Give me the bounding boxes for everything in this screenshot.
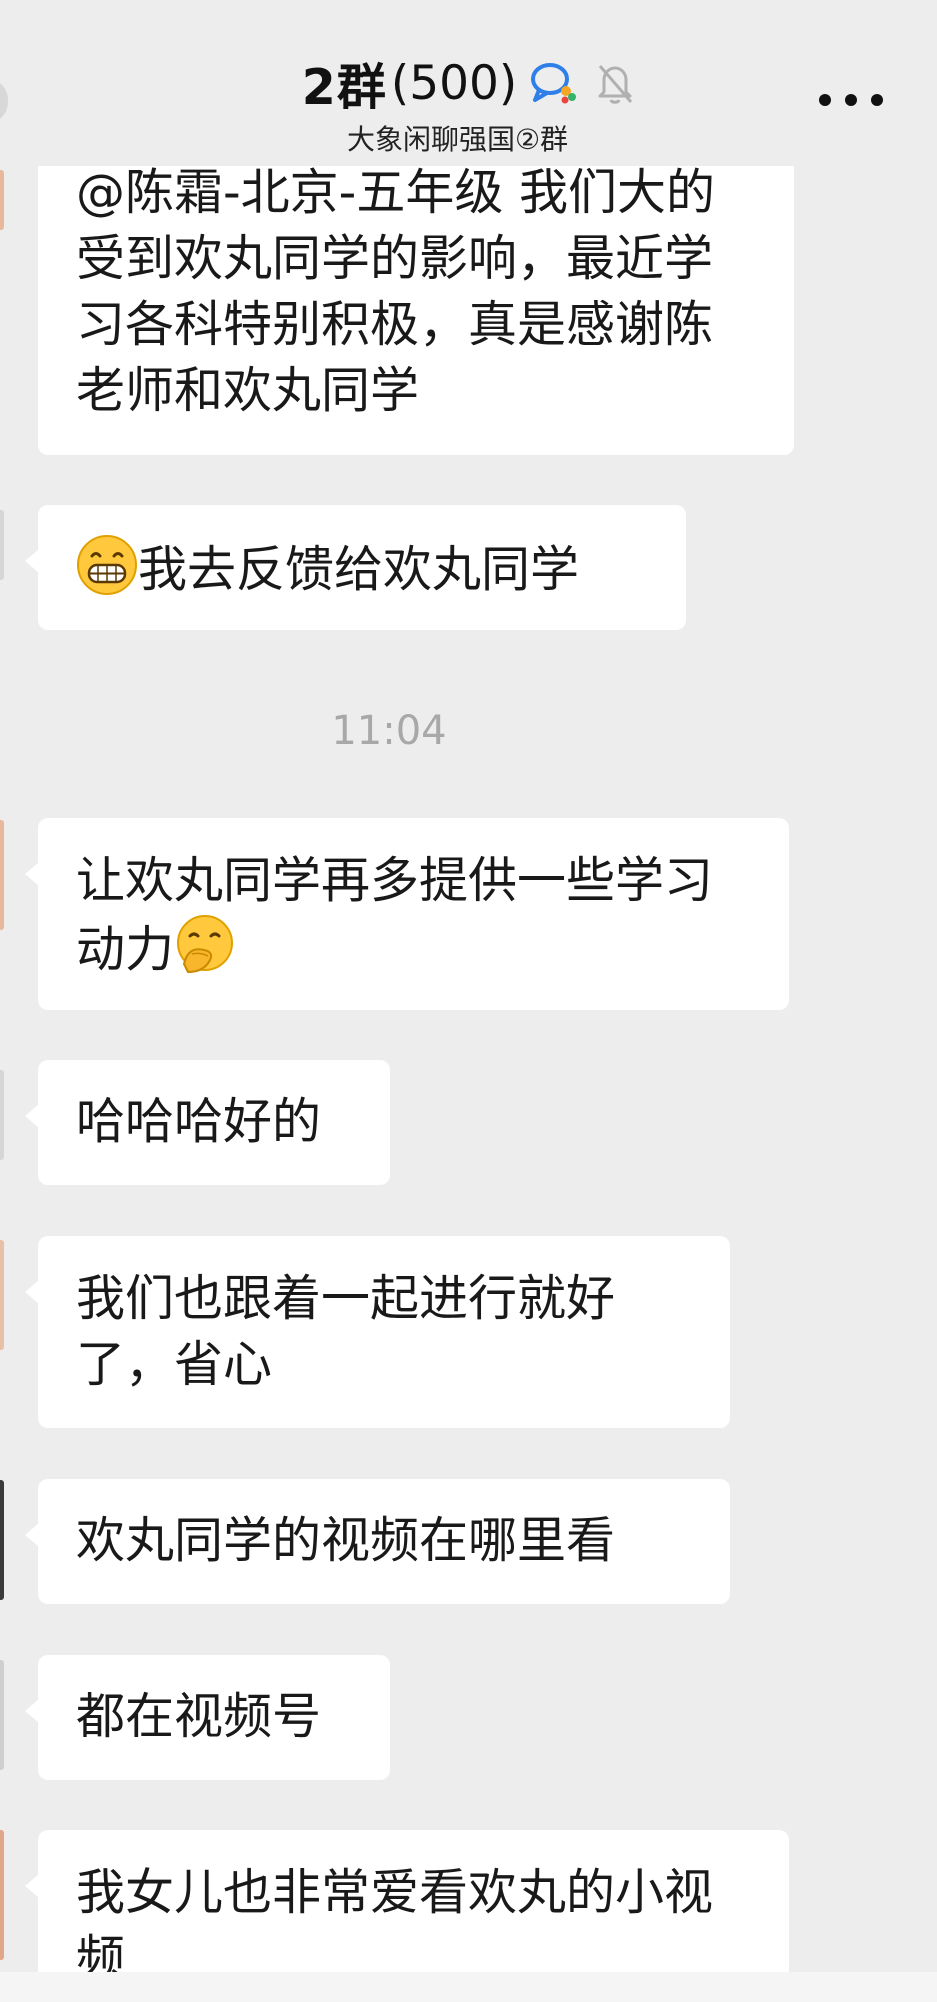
title-row: 2群 (500) — [0, 50, 937, 116]
message-text: 都在视频号 — [76, 1688, 322, 1745]
group-name[interactable]: 2群 — [302, 48, 387, 119]
message-text: 我们也跟着一起进行就好了，省心 — [76, 1270, 616, 1393]
message-bubble[interactable]: 欢丸同学的视频在哪里看 — [25, 1479, 730, 1604]
avatar[interactable] — [0, 1660, 4, 1770]
message-text: 欢丸同学的视频在哪里看 — [76, 1512, 616, 1569]
message-bubble[interactable]: 我去反馈给欢丸同学 — [25, 505, 686, 630]
avatar[interactable] — [0, 510, 4, 580]
avatar[interactable] — [0, 1070, 4, 1160]
timestamp: 11:04 — [331, 708, 447, 754]
message-bubble[interactable]: 都在视频号 — [25, 1655, 390, 1780]
message-text: 我女儿也非常爱看欢丸的小视频 — [76, 1864, 714, 1987]
chat-header: 2群 (500) 大象闲聊强国②群 — [0, 0, 937, 166]
grinning-face-icon — [77, 535, 137, 595]
avatar[interactable] — [0, 170, 4, 230]
message-text: 哈哈哈好的 — [76, 1093, 322, 1150]
avatar[interactable] — [0, 1830, 4, 1960]
message-bubble[interactable]: 让欢丸同学再多提供一些学习动力 — [25, 818, 789, 1010]
more-options-icon[interactable] — [819, 85, 883, 115]
member-count: (500) — [390, 55, 518, 111]
mute-bell-icon — [598, 65, 633, 104]
avatar[interactable] — [0, 1480, 4, 1600]
message-bubble[interactable]: @陈霜-北京-五年级 我们大的受到欢丸同学的影响，最近学习各科特别积极，真是感谢… — [38, 130, 794, 455]
group-subtitle: 大象闲聊强国②群 — [346, 123, 569, 156]
message-text: 让欢丸同学再多提供一些学习动力 — [76, 852, 714, 978]
chat-screen: 2群 (500) 大象闲聊强国②群 @陈霜-北京-五年级 我们大的受到欢丸同学的… — [0, 0, 937, 2002]
face-with-hand-over-mouth-icon — [177, 915, 234, 974]
avatar[interactable] — [0, 1240, 4, 1350]
avatar[interactable] — [0, 820, 4, 930]
message-bubble[interactable]: 我们也跟着一起进行就好了，省心 — [25, 1236, 730, 1428]
message-bubble[interactable]: 哈哈哈好的 — [25, 1060, 390, 1185]
message-text: @陈霜-北京-五年级 我们大的受到欢丸同学的影响，最近学习各科特别积极，真是感谢… — [76, 164, 715, 419]
input-bar-edge — [0, 1972, 937, 2002]
message-text: 我去反馈给欢丸同学 — [138, 541, 580, 598]
chat-bubble-icon — [531, 63, 577, 104]
